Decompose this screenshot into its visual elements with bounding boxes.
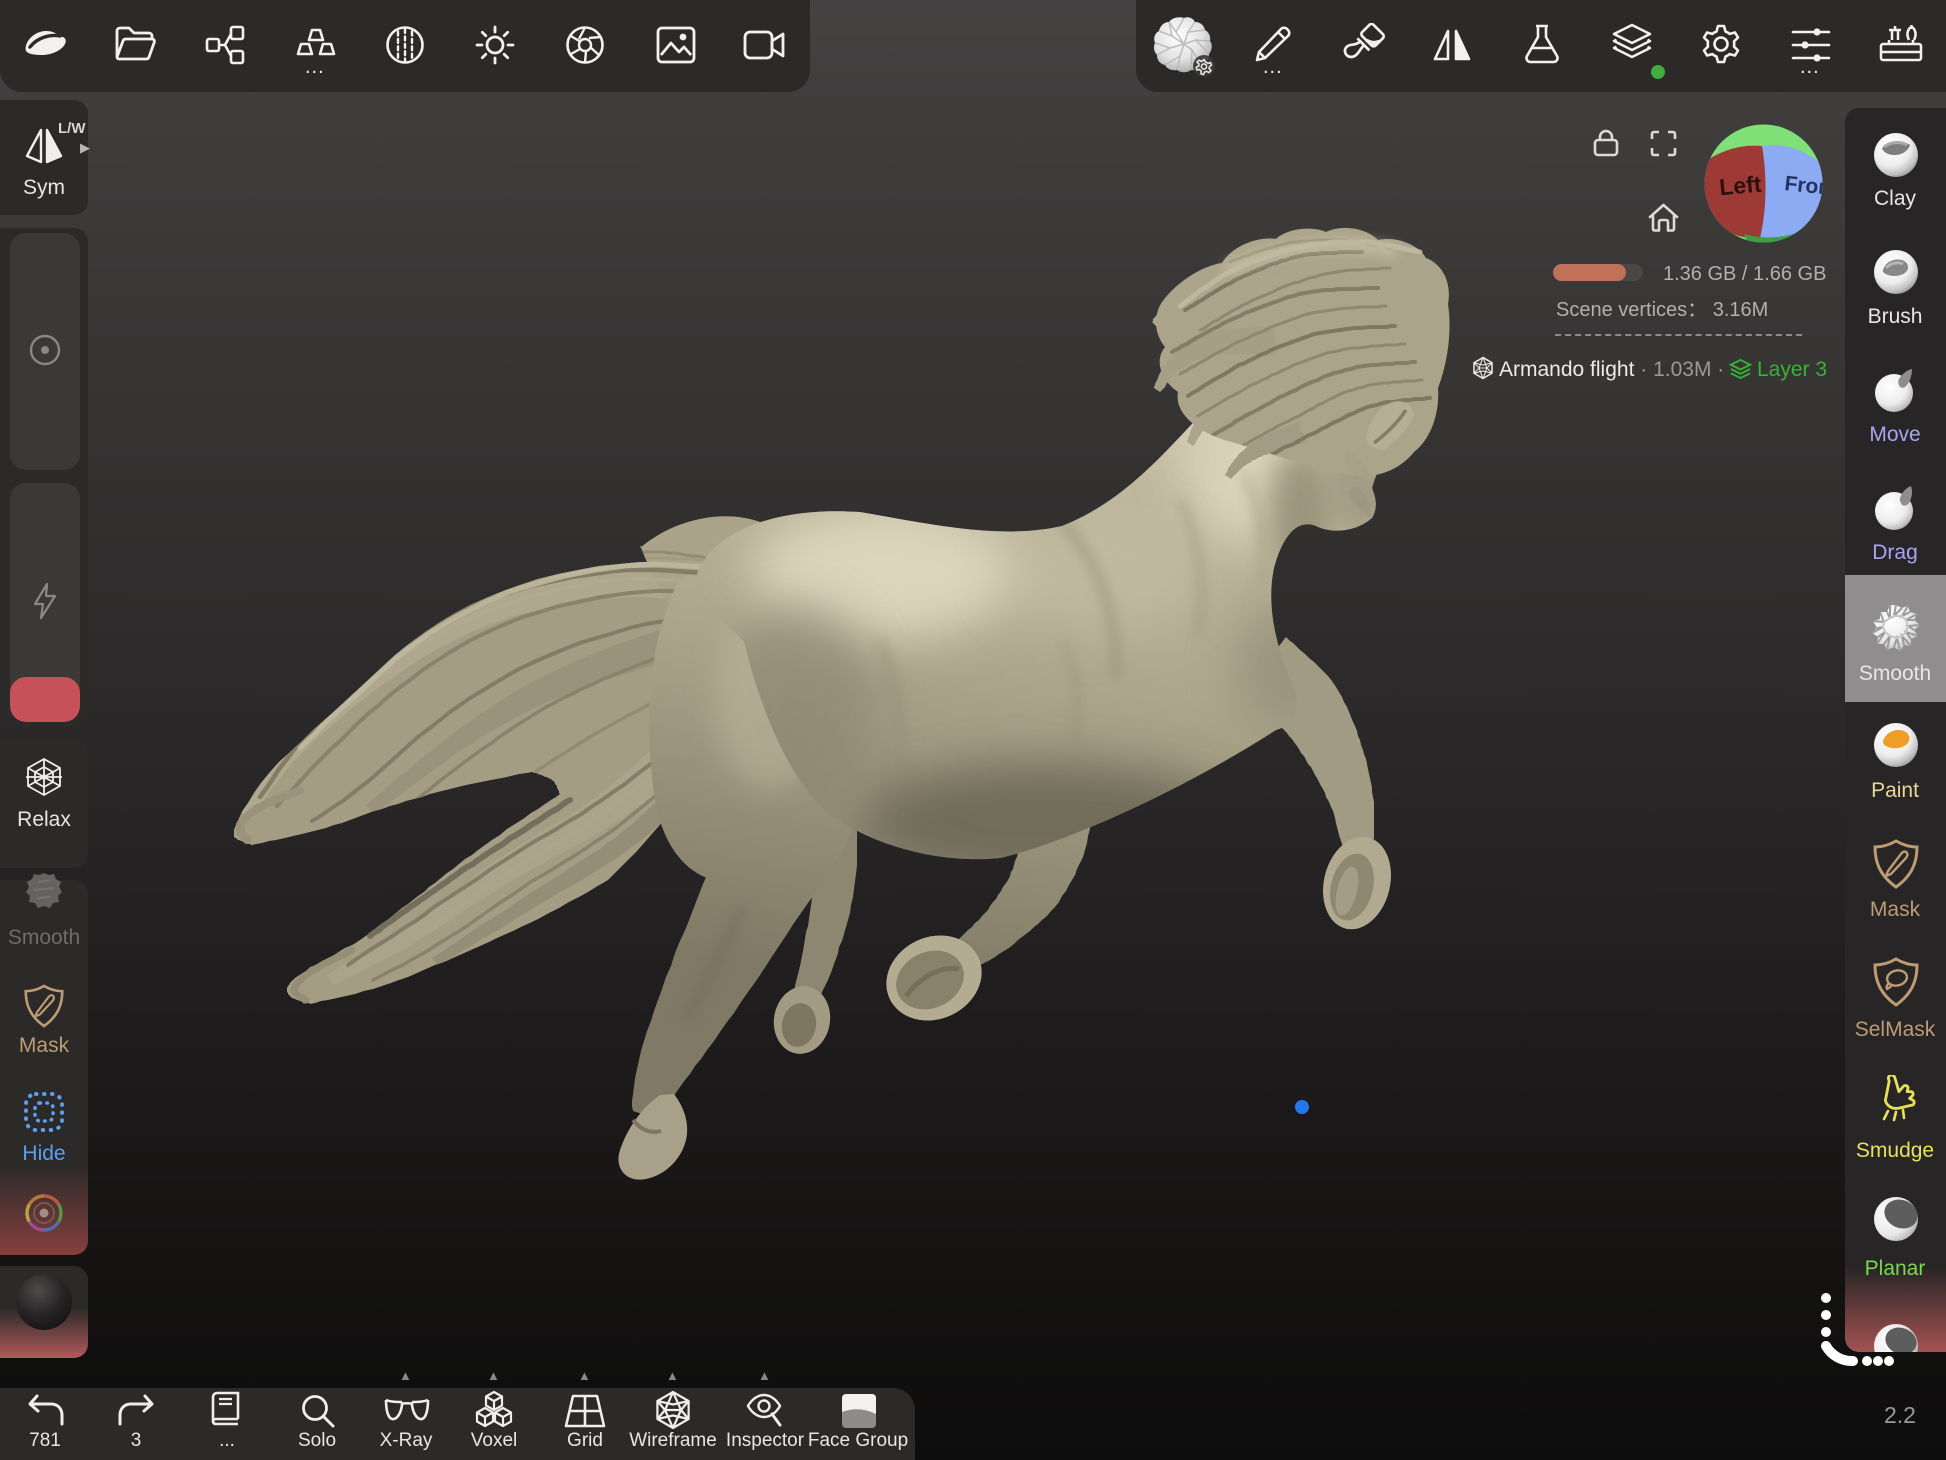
svg-text:Left: Left <box>1718 171 1763 201</box>
